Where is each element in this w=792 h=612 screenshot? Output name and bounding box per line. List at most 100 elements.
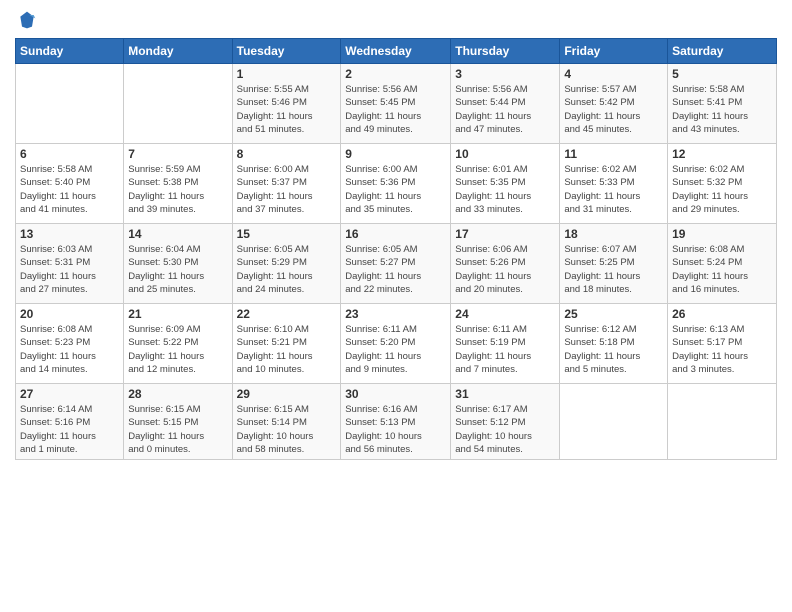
calendar-cell: 16 Sunrise: 6:05 AM Sunset: 5:27 PM Dayli…	[341, 224, 451, 304]
day-number: 16	[345, 227, 446, 241]
week-row-0: 1 Sunrise: 5:55 AM Sunset: 5:46 PM Daylig…	[16, 64, 777, 144]
calendar-cell: 6Sunrise: 5:58 AM Sunset: 5:40 PM Daylig…	[16, 144, 124, 224]
calendar-cell: 8 Sunrise: 6:00 AM Sunset: 5:37 PM Daylig…	[232, 144, 341, 224]
col-header-saturday: Saturday	[668, 39, 777, 64]
day-info: Sunrise: 6:12 AM Sunset: 5:18 PM Dayligh…	[564, 323, 663, 376]
calendar-header: SundayMondayTuesdayWednesdayThursdayFrid…	[16, 39, 777, 64]
day-info: Sunrise: 5:58 AM Sunset: 5:41 PM Dayligh…	[672, 83, 772, 136]
day-number: 14	[128, 227, 227, 241]
calendar-cell: 3 Sunrise: 5:56 AM Sunset: 5:44 PM Daylig…	[451, 64, 560, 144]
day-number: 31	[455, 387, 555, 401]
calendar-cell: 4 Sunrise: 5:57 AM Sunset: 5:42 PM Daylig…	[560, 64, 668, 144]
calendar-cell: 25 Sunrise: 6:12 AM Sunset: 5:18 PM Dayli…	[560, 304, 668, 384]
day-number: 27	[20, 387, 119, 401]
calendar-table: SundayMondayTuesdayWednesdayThursdayFrid…	[15, 38, 777, 460]
logo-icon	[17, 10, 37, 30]
day-number: 1	[237, 67, 337, 81]
day-number: 4	[564, 67, 663, 81]
header-row: SundayMondayTuesdayWednesdayThursdayFrid…	[16, 39, 777, 64]
calendar-cell: 24Sunrise: 6:11 AM Sunset: 5:19 PM Dayli…	[451, 304, 560, 384]
day-info: Sunrise: 6:09 AM Sunset: 5:22 PM Dayligh…	[128, 323, 227, 376]
calendar-cell: 19 Sunrise: 6:08 AM Sunset: 5:24 PM Dayli…	[668, 224, 777, 304]
day-number: 24	[455, 307, 555, 321]
day-info: Sunrise: 6:15 AM Sunset: 5:14 PM Dayligh…	[237, 403, 337, 456]
day-info: Sunrise: 6:05 AM Sunset: 5:27 PM Dayligh…	[345, 243, 446, 296]
calendar-cell	[668, 384, 777, 460]
day-info: Sunrise: 5:57 AM Sunset: 5:42 PM Dayligh…	[564, 83, 663, 136]
calendar-cell: 27 Sunrise: 6:14 AM Sunset: 5:16 PM Dayli…	[16, 384, 124, 460]
day-info: Sunrise: 6:08 AM Sunset: 5:23 PM Dayligh…	[20, 323, 119, 376]
calendar-cell: 29 Sunrise: 6:15 AM Sunset: 5:14 PM Dayli…	[232, 384, 341, 460]
day-number: 5	[672, 67, 772, 81]
week-row-4: 27 Sunrise: 6:14 AM Sunset: 5:16 PM Dayli…	[16, 384, 777, 460]
calendar-cell: 18Sunrise: 6:07 AM Sunset: 5:25 PM Dayli…	[560, 224, 668, 304]
calendar-cell: 14 Sunrise: 6:04 AM Sunset: 5:30 PM Dayli…	[124, 224, 232, 304]
day-number: 11	[564, 147, 663, 161]
col-header-tuesday: Tuesday	[232, 39, 341, 64]
calendar-cell: 31 Sunrise: 6:17 AM Sunset: 5:12 PM Dayli…	[451, 384, 560, 460]
calendar-cell: 21 Sunrise: 6:09 AM Sunset: 5:22 PM Dayli…	[124, 304, 232, 384]
day-info: Sunrise: 6:02 AM Sunset: 5:32 PM Dayligh…	[672, 163, 772, 216]
day-info: Sunrise: 6:08 AM Sunset: 5:24 PM Dayligh…	[672, 243, 772, 296]
calendar-cell	[16, 64, 124, 144]
day-info: Sunrise: 5:59 AM Sunset: 5:38 PM Dayligh…	[128, 163, 227, 216]
day-number: 3	[455, 67, 555, 81]
day-number: 17	[455, 227, 555, 241]
day-info: Sunrise: 5:55 AM Sunset: 5:46 PM Dayligh…	[237, 83, 337, 136]
day-info: Sunrise: 6:14 AM Sunset: 5:16 PM Dayligh…	[20, 403, 119, 456]
calendar-cell: 11 Sunrise: 6:02 AM Sunset: 5:33 PM Dayli…	[560, 144, 668, 224]
calendar-cell: 15 Sunrise: 6:05 AM Sunset: 5:29 PM Dayli…	[232, 224, 341, 304]
day-number: 19	[672, 227, 772, 241]
calendar-body: 1 Sunrise: 5:55 AM Sunset: 5:46 PM Daylig…	[16, 64, 777, 460]
day-info: Sunrise: 6:04 AM Sunset: 5:30 PM Dayligh…	[128, 243, 227, 296]
week-row-3: 20 Sunrise: 6:08 AM Sunset: 5:23 PM Dayli…	[16, 304, 777, 384]
day-info: Sunrise: 5:56 AM Sunset: 5:44 PM Dayligh…	[455, 83, 555, 136]
week-row-1: 6Sunrise: 5:58 AM Sunset: 5:40 PM Daylig…	[16, 144, 777, 224]
col-header-thursday: Thursday	[451, 39, 560, 64]
calendar-cell: 22Sunrise: 6:10 AM Sunset: 5:21 PM Dayli…	[232, 304, 341, 384]
day-info: Sunrise: 6:15 AM Sunset: 5:15 PM Dayligh…	[128, 403, 227, 456]
day-number: 23	[345, 307, 446, 321]
day-info: Sunrise: 6:06 AM Sunset: 5:26 PM Dayligh…	[455, 243, 555, 296]
day-info: Sunrise: 6:00 AM Sunset: 5:37 PM Dayligh…	[237, 163, 337, 216]
day-info: Sunrise: 6:02 AM Sunset: 5:33 PM Dayligh…	[564, 163, 663, 216]
day-number: 12	[672, 147, 772, 161]
day-number: 13	[20, 227, 119, 241]
day-number: 15	[237, 227, 337, 241]
day-number: 30	[345, 387, 446, 401]
logo	[15, 10, 37, 30]
day-number: 29	[237, 387, 337, 401]
calendar-cell: 12 Sunrise: 6:02 AM Sunset: 5:32 PM Dayli…	[668, 144, 777, 224]
day-number: 20	[20, 307, 119, 321]
day-info: Sunrise: 6:11 AM Sunset: 5:20 PM Dayligh…	[345, 323, 446, 376]
calendar-cell: 23 Sunrise: 6:11 AM Sunset: 5:20 PM Dayli…	[341, 304, 451, 384]
day-number: 21	[128, 307, 227, 321]
calendar-cell: 10 Sunrise: 6:01 AM Sunset: 5:35 PM Dayli…	[451, 144, 560, 224]
calendar-cell: 20 Sunrise: 6:08 AM Sunset: 5:23 PM Dayli…	[16, 304, 124, 384]
day-info: Sunrise: 6:01 AM Sunset: 5:35 PM Dayligh…	[455, 163, 555, 216]
day-number: 26	[672, 307, 772, 321]
calendar-cell: 28Sunrise: 6:15 AM Sunset: 5:15 PM Dayli…	[124, 384, 232, 460]
page-header	[15, 10, 777, 30]
calendar-cell: 26Sunrise: 6:13 AM Sunset: 5:17 PM Dayli…	[668, 304, 777, 384]
calendar-cell: 7Sunrise: 5:59 AM Sunset: 5:38 PM Daylig…	[124, 144, 232, 224]
page-container: SundayMondayTuesdayWednesdayThursdayFrid…	[0, 0, 792, 470]
day-info: Sunrise: 6:05 AM Sunset: 5:29 PM Dayligh…	[237, 243, 337, 296]
day-number: 9	[345, 147, 446, 161]
day-number: 10	[455, 147, 555, 161]
col-header-monday: Monday	[124, 39, 232, 64]
day-info: Sunrise: 6:17 AM Sunset: 5:12 PM Dayligh…	[455, 403, 555, 456]
day-number: 8	[237, 147, 337, 161]
day-number: 25	[564, 307, 663, 321]
calendar-cell: 13Sunrise: 6:03 AM Sunset: 5:31 PM Dayli…	[16, 224, 124, 304]
col-header-sunday: Sunday	[16, 39, 124, 64]
calendar-cell: 2Sunrise: 5:56 AM Sunset: 5:45 PM Daylig…	[341, 64, 451, 144]
calendar-cell: 17 Sunrise: 6:06 AM Sunset: 5:26 PM Dayli…	[451, 224, 560, 304]
day-info: Sunrise: 6:16 AM Sunset: 5:13 PM Dayligh…	[345, 403, 446, 456]
calendar-cell	[560, 384, 668, 460]
day-number: 22	[237, 307, 337, 321]
day-number: 2	[345, 67, 446, 81]
calendar-cell	[124, 64, 232, 144]
day-info: Sunrise: 6:00 AM Sunset: 5:36 PM Dayligh…	[345, 163, 446, 216]
col-header-wednesday: Wednesday	[341, 39, 451, 64]
